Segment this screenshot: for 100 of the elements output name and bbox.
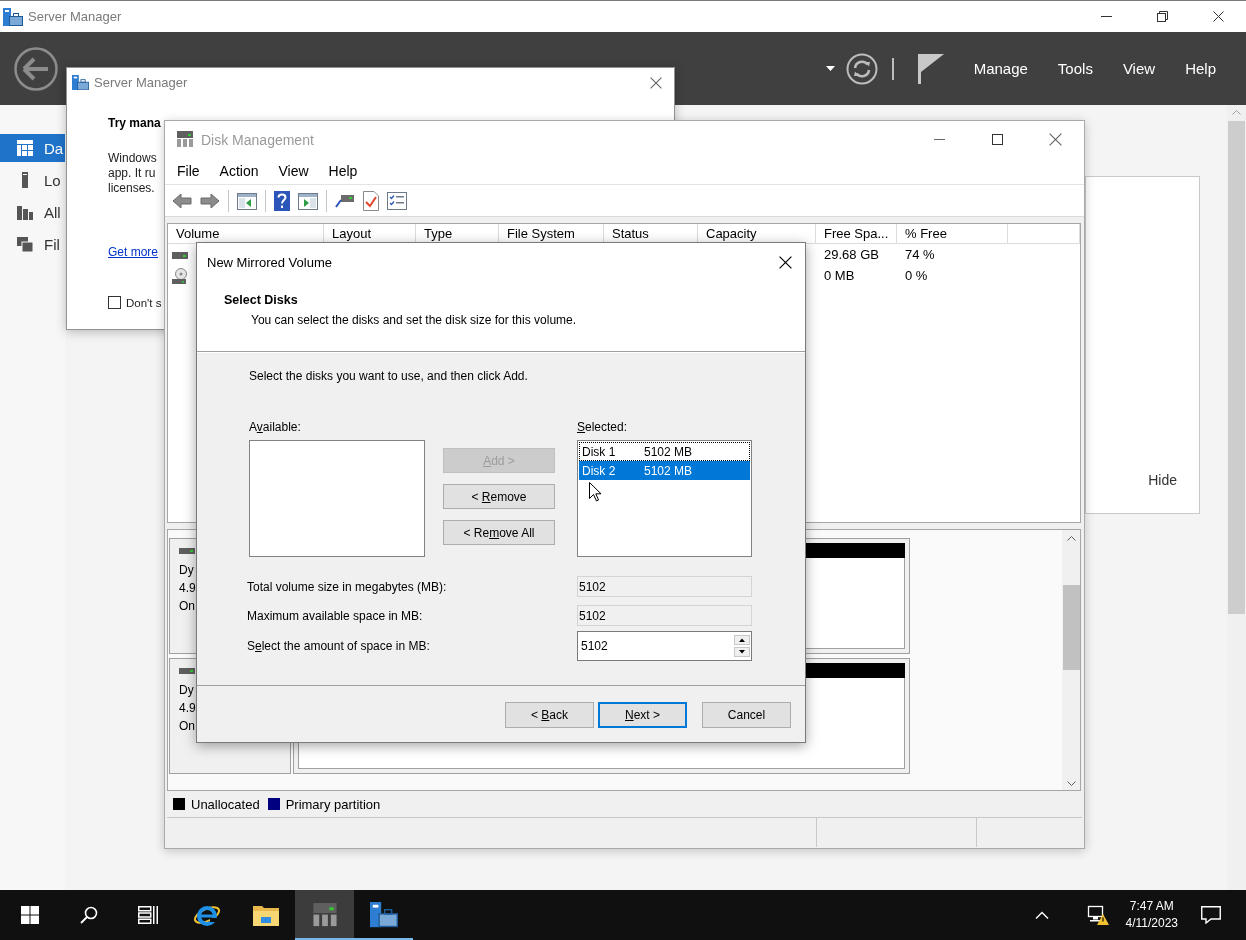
- menu-item[interactable]: Help: [328, 163, 358, 179]
- sidebar-item[interactable]: Lo: [0, 166, 65, 194]
- available-disks-list[interactable]: [249, 440, 425, 557]
- start-icon[interactable]: [20, 906, 39, 924]
- field-label: Maximum available space in MB:: [247, 608, 423, 623]
- folder-icon[interactable]: [252, 904, 279, 926]
- column-header[interactable]: Free Spa...: [816, 224, 897, 244]
- readonly-field: 5102: [577, 605, 752, 626]
- caret-down-icon[interactable]: [825, 66, 835, 71]
- task-view-icon[interactable]: [137, 906, 158, 924]
- back-arrow-icon[interactable]: [172, 192, 192, 209]
- chevron-up-icon[interactable]: [1034, 911, 1049, 919]
- drive-icon: [179, 667, 195, 675]
- disk-info-text: Dy: [179, 682, 194, 699]
- disk-info-text: 4.9: [179, 700, 196, 717]
- search-icon[interactable]: [79, 906, 98, 924]
- instruction-text: Select the disks you want to use, and then click Add.: [249, 369, 528, 383]
- window-title: New Mirrored Volume: [207, 254, 332, 270]
- table-cell-text: 0 %: [905, 267, 928, 285]
- menu-item[interactable]: Tools: [1057, 60, 1093, 77]
- drive-stack-icon[interactable]: [311, 903, 338, 927]
- disk-info-text: Dy: [179, 562, 194, 579]
- notification-icon[interactable]: [1201, 906, 1221, 924]
- menu-item[interactable]: View: [278, 163, 309, 179]
- forward-arrow-icon[interactable]: [200, 192, 220, 209]
- drive-icon: [172, 249, 188, 260]
- sidebar-item[interactable]: All: [0, 198, 65, 226]
- menu-item[interactable]: File: [177, 163, 200, 179]
- spin-down-icon[interactable]: [734, 647, 750, 657]
- refresh-icon[interactable]: [845, 52, 878, 85]
- close-icon[interactable]: [1212, 11, 1224, 22]
- server-toolbox-icon: [3, 7, 23, 26]
- more-info-link[interactable]: Get more: [108, 245, 158, 259]
- list-label: Selected:: [577, 420, 628, 434]
- move-button[interactable]: < Remove: [443, 484, 555, 509]
- readonly-field: 5102: [577, 576, 752, 597]
- table-cell-text: 74 %: [905, 246, 935, 264]
- taskbar-clock[interactable]: 7:47 AM 4/11/2023: [1117, 890, 1186, 940]
- optical-disc-icon: [172, 267, 188, 284]
- sidebar-item[interactable]: Da: [0, 134, 65, 162]
- wizard-heading: Select Disks: [224, 293, 298, 307]
- selected-disks-list[interactable]: Disk 1 5102 MB Disk 2 5102 MB: [577, 440, 752, 557]
- disk-info-text: On: [179, 718, 195, 735]
- right-pane-window-icon[interactable]: [298, 191, 318, 210]
- menu-item[interactable]: Help: [1185, 60, 1216, 77]
- disk-info-text: 4.9: [179, 580, 196, 597]
- table-cell-text: 29.68 GB: [824, 246, 879, 264]
- drive-stack-icon: [176, 131, 194, 148]
- menu-item[interactable]: Manage: [973, 60, 1028, 77]
- wizard-button[interactable]: < Back: [505, 702, 594, 728]
- minimize-icon[interactable]: [933, 139, 945, 140]
- dashboard-grid-icon: [17, 140, 33, 156]
- move-button[interactable]: < Remove All: [443, 520, 555, 545]
- checked-document-icon[interactable]: [363, 190, 379, 211]
- drive-icon: [179, 547, 195, 555]
- legend-label: Primary partition: [285, 796, 381, 812]
- sidebar-item[interactable]: Fil: [0, 230, 65, 258]
- scroll-up-icon[interactable]: [1066, 536, 1076, 541]
- maximize-icon[interactable]: [991, 134, 1003, 145]
- window-title: Disk Management: [201, 131, 314, 148]
- legend-label: Unallocated: [191, 796, 260, 812]
- scrollbar-thumb[interactable]: [1228, 121, 1245, 614]
- notice-heading: Try mana: [108, 116, 161, 130]
- folders-icon: [17, 236, 33, 252]
- scrollbar-thumb[interactable]: [1062, 585, 1080, 670]
- help-icon[interactable]: [274, 190, 290, 211]
- restore-icon[interactable]: [1156, 11, 1168, 22]
- disk-info-text: On: [179, 598, 195, 615]
- list-item[interactable]: Disk 2 5102 MB: [579, 461, 750, 480]
- column-header[interactable]: Volume: [168, 224, 324, 244]
- spin-field[interactable]: 5102: [577, 631, 752, 661]
- checkbox-label: Don't s: [126, 296, 162, 309]
- left-pane-window-icon[interactable]: [237, 191, 257, 210]
- checkbox[interactable]: [108, 296, 121, 309]
- menu-item[interactable]: View: [1122, 60, 1156, 77]
- spin-up-icon[interactable]: [734, 635, 750, 645]
- servers-icon: [17, 204, 33, 220]
- flag-icon[interactable]: [917, 53, 944, 84]
- window-title: Server Manager: [28, 9, 122, 24]
- scroll-down-icon[interactable]: [1066, 781, 1076, 786]
- list-label: Available:: [249, 420, 301, 434]
- table-cell-text: 0 MB: [824, 267, 855, 285]
- server-toolbox-icon: [72, 74, 89, 91]
- minimize-icon[interactable]: [1100, 16, 1112, 17]
- column-header[interactable]: % Free: [897, 224, 1008, 244]
- notice-text: Windows app. It ru licenses.: [108, 151, 157, 196]
- close-icon[interactable]: [778, 255, 792, 269]
- network-warning-icon[interactable]: [1086, 905, 1109, 925]
- mouse-pointer-icon: [589, 482, 602, 502]
- back-icon[interactable]: [14, 46, 58, 91]
- hide-link[interactable]: Hide: [1148, 472, 1177, 488]
- wizard-subheading: You can select the disks and set the disk size for this volume.: [251, 313, 577, 327]
- menu-item[interactable]: Action: [219, 163, 259, 179]
- checklist-window-icon[interactable]: [387, 191, 407, 210]
- field-label: Select the amount of space in MB:: [247, 639, 430, 653]
- wizard-button[interactable]: Cancel: [702, 702, 791, 728]
- server-toolbox-icon[interactable]: [369, 902, 398, 928]
- wizard-button[interactable]: Next >: [598, 702, 687, 728]
- window-title: Server Manager: [94, 75, 188, 90]
- field-label: Total volume size in megabytes (MB):: [247, 579, 447, 594]
